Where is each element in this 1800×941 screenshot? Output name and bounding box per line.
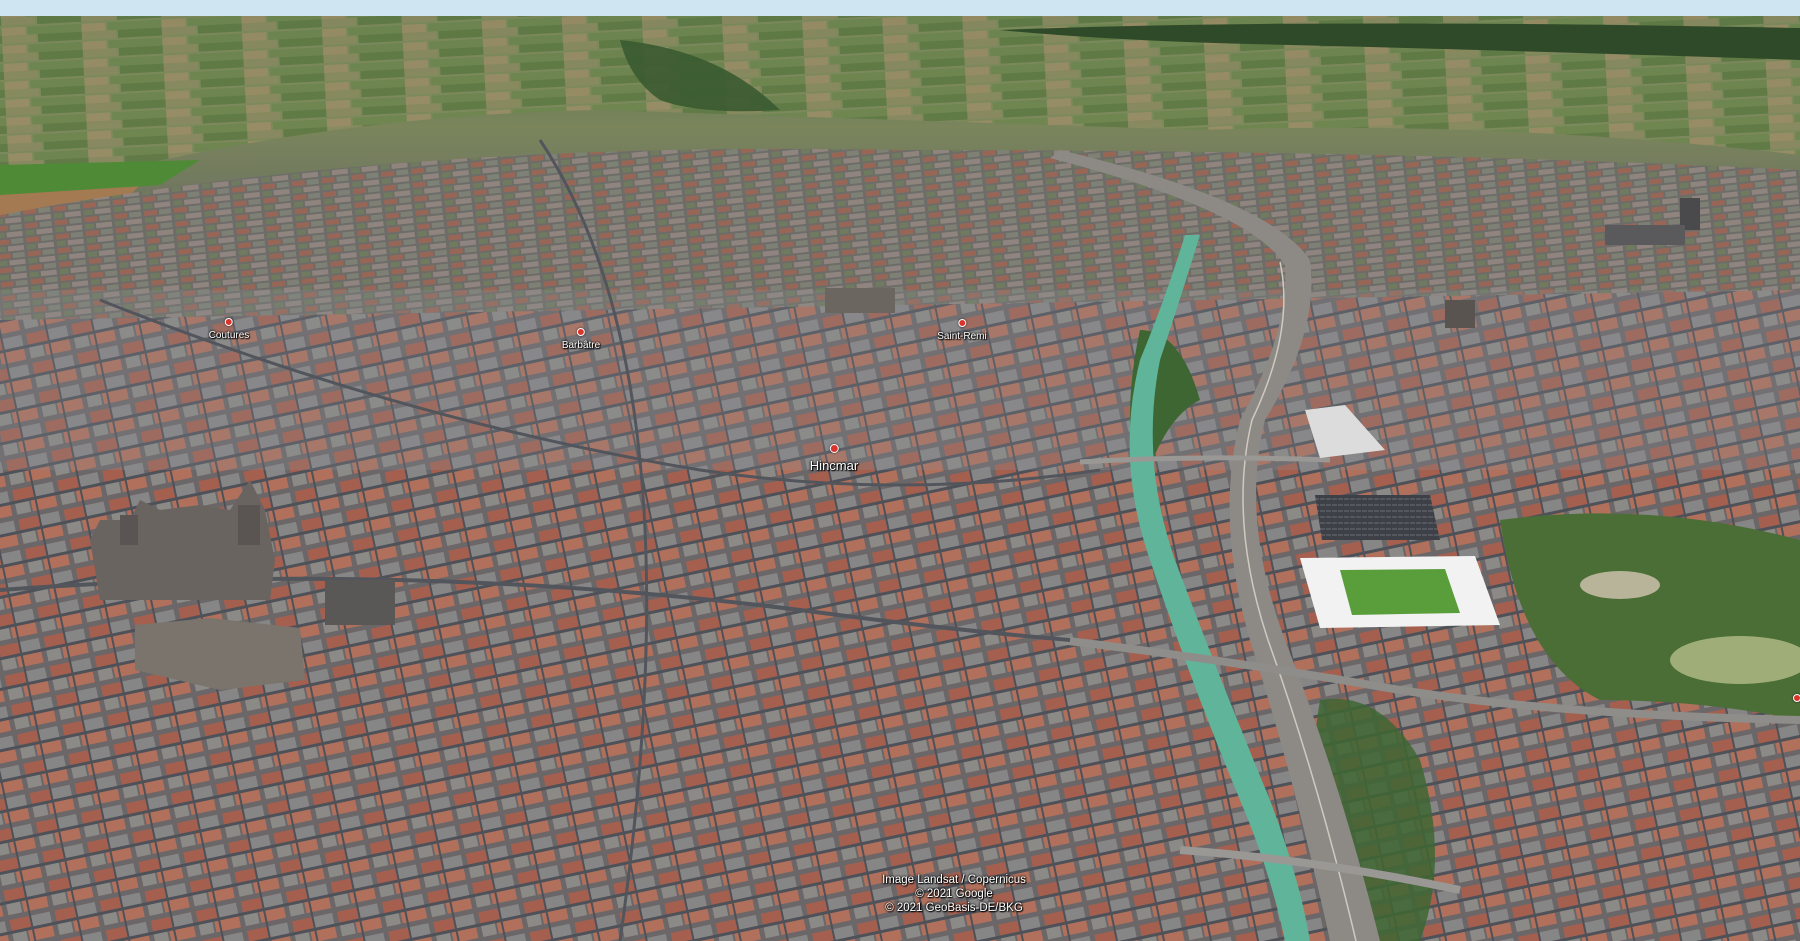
city-haze	[0, 290, 1800, 470]
aerial-map-canvas[interactable]	[0, 0, 1800, 941]
place-label-hincmar: Hincmar	[809, 458, 859, 473]
attribution-line-google: © 2021 Google	[915, 888, 993, 900]
office-building	[325, 580, 395, 625]
church-east	[1445, 300, 1475, 328]
attribution-line-geobasis: © 2021 GeoBasis-DE/BKG	[885, 902, 1023, 914]
cathedral-tower-left	[120, 515, 138, 545]
place-pin-icon	[958, 319, 966, 327]
offscreen-place-pin-icon[interactable]	[1793, 694, 1800, 702]
place-pin-icon	[224, 318, 233, 326]
stadium-parking	[1315, 495, 1440, 540]
attribution-line-imagery: Image Landsat / Copernicus	[882, 874, 1026, 886]
place-pin-icon	[576, 328, 585, 336]
cathedral-tower-right	[238, 505, 260, 545]
place-marker-hincmar[interactable]: Hincmar	[810, 444, 858, 473]
church-building	[825, 288, 895, 313]
stadium-pitch	[1340, 569, 1460, 615]
park-clearing	[1580, 571, 1660, 599]
place-marker-saint-remi[interactable]: Saint-Remi	[937, 319, 987, 342]
tower-block-base	[1605, 225, 1685, 245]
place-marker-couture[interactable]: Coutures	[208, 318, 250, 341]
place-marker-barbatre[interactable]: Barbâtre	[562, 328, 600, 351]
place-label-saint-remi: Saint-Remi	[937, 331, 987, 342]
place-label-barbatre: Barbâtre	[561, 340, 601, 351]
place-pin-icon	[829, 444, 839, 453]
map-attribution: Image Landsat / Copernicus © 2021 Google…	[882, 873, 1026, 915]
place-label-couture: Coutures	[208, 330, 250, 341]
